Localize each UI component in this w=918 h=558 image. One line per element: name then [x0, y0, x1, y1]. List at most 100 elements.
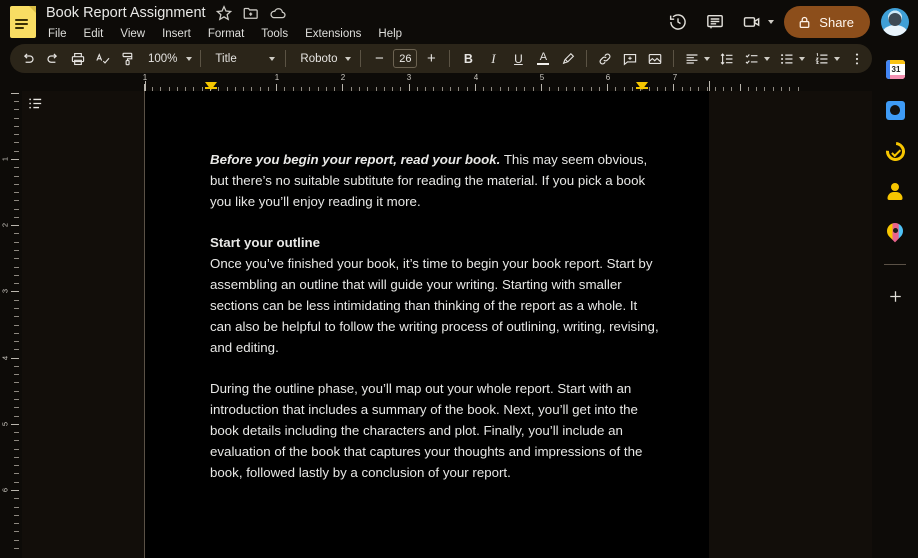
vruler-minor-tick [14, 531, 19, 532]
paragraph-style-selector[interactable]: Title [207, 47, 279, 71]
ruler-number: 3 [407, 73, 411, 82]
horizontal-ruler[interactable]: 11234567 [0, 73, 872, 91]
page-edge-marker [145, 81, 146, 91]
document-page[interactable]: Before you begin your report, read your … [145, 91, 709, 558]
google-contacts-icon[interactable] [880, 177, 910, 207]
sidebar-divider [884, 264, 906, 265]
get-add-ons-button[interactable] [880, 281, 910, 311]
star-icon[interactable] [215, 4, 233, 22]
print-icon[interactable] [66, 47, 90, 71]
menu-file[interactable]: File [46, 27, 69, 41]
line-spacing-icon[interactable] [715, 47, 739, 71]
menu-insert[interactable]: Insert [160, 27, 193, 41]
paint-format-icon[interactable] [116, 47, 140, 71]
paragraph-3: During the outline phase, you’ll map out… [210, 378, 662, 483]
vruler-minor-tick [14, 118, 19, 119]
undo-icon[interactable] [16, 47, 40, 71]
add-comment-icon[interactable] [618, 47, 642, 71]
insert-image-icon[interactable] [643, 47, 667, 71]
vruler-minor-tick [14, 209, 19, 210]
ruler-major-tick [342, 84, 343, 91]
vruler-number: 4 [1, 356, 10, 360]
highlight-color-icon[interactable] [556, 47, 580, 71]
font-size-input[interactable]: 26 [393, 49, 417, 68]
paragraph-3-text: During the outline phase, you’ll map out… [210, 381, 642, 480]
vruler-minor-tick [14, 101, 19, 102]
vruler-minor-tick [14, 151, 19, 152]
vruler-minor-tick [14, 192, 19, 193]
vruler-number: 3 [1, 289, 10, 293]
menu-format[interactable]: Format [206, 27, 246, 41]
vruler-number: 5 [1, 422, 10, 426]
vruler-minor-tick [14, 308, 19, 309]
formatting-toolbar: 100% Title Roboto − 26 + B I U A [10, 44, 872, 73]
share-button[interactable]: Share [784, 6, 870, 38]
menu-bar: File Edit View Insert Format Tools Exten… [46, 25, 404, 43]
increase-font-size-button[interactable]: + [419, 47, 443, 71]
spell-check-icon[interactable] [91, 47, 115, 71]
vruler-minor-tick [14, 142, 19, 143]
bulleted-list-selector[interactable] [775, 47, 809, 71]
document-title[interactable]: Book Report Assignment [46, 5, 206, 21]
video-call-icon[interactable] [736, 6, 776, 38]
right-indent-marker[interactable] [636, 82, 648, 90]
google-maps-icon[interactable] [880, 218, 910, 248]
insert-link-icon[interactable] [593, 47, 617, 71]
google-calendar-icon[interactable]: 31 [880, 54, 910, 84]
show-document-outline[interactable] [22, 92, 48, 114]
italic-button[interactable]: I [481, 47, 505, 71]
move-to-folder-icon[interactable] [242, 4, 260, 22]
menu-tools[interactable]: Tools [259, 27, 290, 41]
toolbar-divider [673, 50, 674, 67]
right-canvas-area [709, 91, 872, 558]
paragraph-2-text: Once you’ve finished your book, it’s tim… [210, 256, 659, 355]
cloud-saved-icon[interactable] [269, 4, 287, 22]
version-history-icon[interactable] [662, 6, 694, 38]
google-keep-icon[interactable] [880, 95, 910, 125]
vruler-minor-tick [14, 184, 19, 185]
vruler-major-tick [11, 358, 19, 359]
vruler-minor-tick [14, 382, 19, 383]
menu-edit[interactable]: Edit [82, 27, 106, 41]
vruler-major-tick [11, 225, 19, 226]
camera-glyph [736, 6, 768, 38]
vruler-minor-tick [14, 449, 19, 450]
menu-extensions[interactable]: Extensions [303, 27, 363, 41]
more-options-icon[interactable] [845, 47, 869, 71]
vruler-minor-tick [14, 325, 19, 326]
vruler-minor-tick [14, 267, 19, 268]
vruler-number: 6 [1, 488, 10, 492]
zoom-selector[interactable]: 100% [141, 47, 194, 71]
underline-button[interactable]: U [506, 47, 530, 71]
first-line-indent-marker[interactable] [205, 82, 217, 90]
top-header-bar: Book Report Assignment File Edit [0, 0, 918, 44]
font-family-selector[interactable]: Roboto [292, 47, 354, 71]
paragraph-1: Before you begin your report, read your … [210, 149, 662, 212]
numbered-list-selector[interactable] [810, 47, 844, 71]
vruler-minor-tick [14, 333, 19, 334]
toolbar-divider [200, 50, 201, 67]
align-left-icon [680, 47, 704, 71]
checklist-selector[interactable] [740, 47, 774, 71]
text-color-button[interactable]: A [531, 47, 555, 71]
chevron-down-icon [799, 57, 805, 61]
redo-icon[interactable] [41, 47, 65, 71]
decrease-font-size-button[interactable]: − [367, 47, 391, 71]
google-tasks-icon[interactable] [880, 136, 910, 166]
menu-view[interactable]: View [118, 27, 147, 41]
account-avatar[interactable] [881, 8, 909, 36]
menu-help[interactable]: Help [376, 27, 404, 41]
vruler-minor-tick [14, 515, 19, 516]
vruler-minor-tick [14, 283, 19, 284]
align-selector[interactable] [680, 47, 714, 71]
comment-history-icon[interactable] [699, 6, 731, 38]
vruler-minor-tick [14, 548, 19, 549]
vertical-ruler[interactable]: 123456 [0, 91, 22, 558]
document-body[interactable]: Before you begin your report, read your … [210, 149, 662, 483]
vruler-minor-tick [14, 217, 19, 218]
bold-button[interactable]: B [456, 47, 480, 71]
vruler-minor-tick [14, 374, 19, 375]
docs-logo-icon[interactable] [10, 6, 36, 38]
ruler-major-tick [740, 84, 741, 91]
vruler-minor-tick [14, 399, 19, 400]
